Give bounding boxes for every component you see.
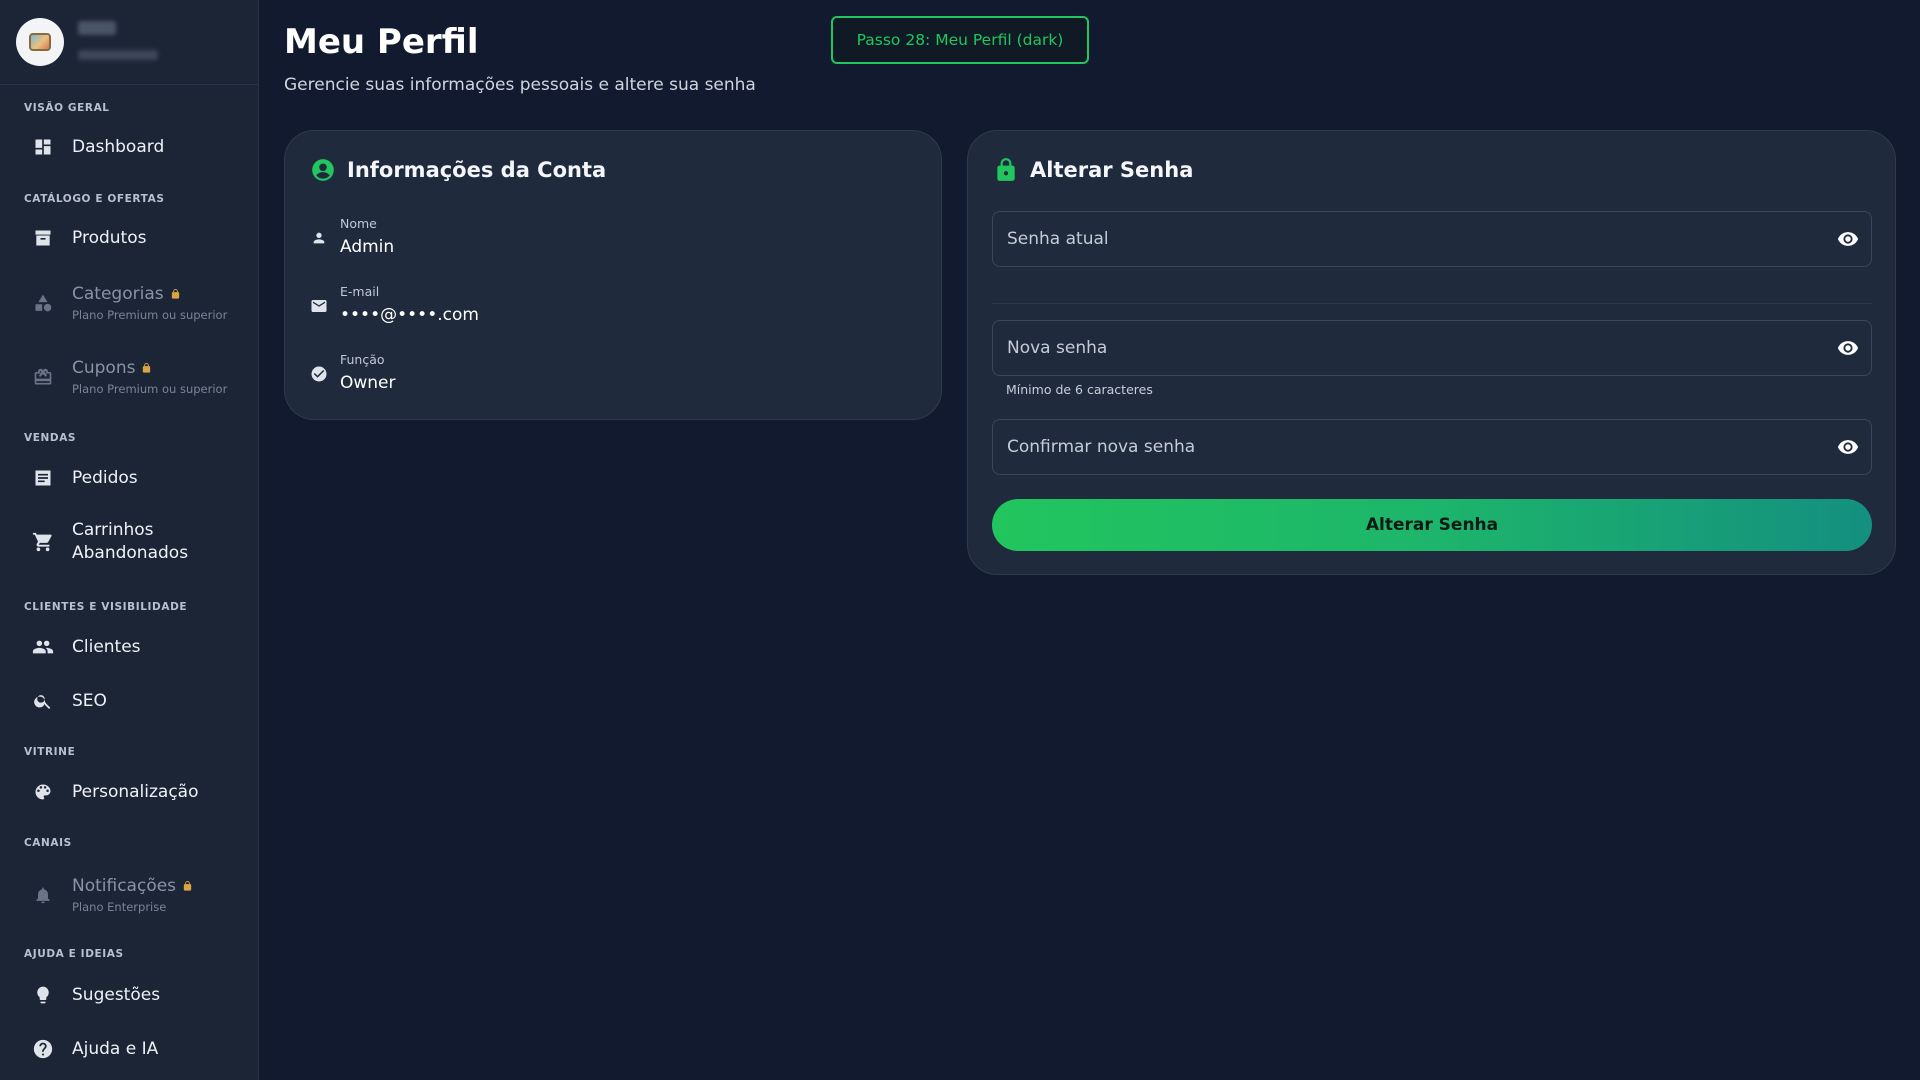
lock-icon (141, 359, 152, 379)
info-row-email: E-mail ••••@••••.com (309, 284, 479, 325)
info-row-role: Função Owner (309, 352, 396, 393)
section-catalogo: CATÁLOGO E OFERTAS (24, 193, 165, 205)
eye-icon[interactable] (1836, 435, 1860, 459)
palette-icon (31, 780, 55, 804)
cart-icon (31, 530, 55, 554)
sidebar-item-seo[interactable]: SEO (24, 689, 244, 713)
lock-icon (992, 156, 1020, 184)
sidebar-item-personalizacao[interactable]: Personalização (24, 780, 244, 804)
bell-icon (31, 883, 55, 907)
sidebar-item-cupons[interactable]: Cupons Plano Premium ou superior (24, 358, 244, 396)
page-subtitle: Gerencie suas informações pessoais e alt… (284, 75, 756, 95)
help-icon (31, 1037, 55, 1061)
page-title: Meu Perfil (284, 22, 479, 62)
sidebar-item-sugestoes[interactable]: Sugestões (24, 983, 244, 1007)
sidebar-item-label: Produtos (72, 228, 147, 248)
info-key: Função (340, 352, 385, 367)
info-key: Nome (340, 216, 377, 231)
category-icon (31, 291, 55, 315)
lock-icon (182, 877, 193, 897)
step-badge: Passo 28: Meu Perfil (dark) (831, 16, 1089, 64)
account-card-header: Informações da Conta (309, 156, 606, 184)
current-password-input[interactable] (993, 229, 1836, 249)
sidebar-item-label: SEO (72, 691, 107, 711)
store-logo[interactable] (16, 18, 64, 66)
sidebar-item-label: Cupons (72, 358, 136, 378)
sidebar-item-label: Categorias (72, 284, 164, 304)
search-icon (31, 689, 55, 713)
sidebar-item-label: Carrinhos (72, 520, 154, 540)
plan-requirement: Plano Premium ou superior (72, 382, 228, 396)
password-hint: Mínimo de 6 caracteres (1006, 382, 1153, 397)
sidebar-item-label: Ajuda e IA (72, 1039, 159, 1059)
sidebar-item-categorias[interactable]: Categorias Plano Premium ou superior (24, 284, 244, 322)
change-password-card: Alterar Senha Mínimo de 6 caracteres Alt… (967, 130, 1896, 575)
section-visao-geral: VISÃO GERAL (24, 102, 110, 114)
current-password-field (992, 211, 1872, 267)
user-role-redacted (78, 50, 158, 60)
info-value: Owner (340, 373, 396, 393)
sidebar-item-clientes[interactable]: Clientes (24, 635, 244, 659)
coupon-icon (31, 365, 55, 389)
section-vendas: VENDAS (24, 432, 77, 444)
section-clientes: CLIENTES E VISIBILIDADE (24, 601, 188, 613)
dashboard-icon (31, 135, 55, 159)
sidebar-item-label-line2: Abandonados (72, 543, 189, 563)
account-card-title: Informações da Conta (347, 158, 607, 182)
plan-requirement: Plano Premium ou superior (72, 308, 228, 322)
lightbulb-icon (31, 983, 55, 1007)
sidebar-item-ajuda-ia[interactable]: Ajuda e IA (24, 1037, 244, 1061)
account-info-card: Informações da Conta Nome Admin E-mail •… (284, 130, 942, 420)
archive-icon (31, 226, 55, 250)
info-value: ••••@••••.com (340, 305, 479, 325)
plan-requirement: Plano Enterprise (72, 900, 167, 914)
confirm-password-input[interactable] (993, 437, 1836, 457)
email-icon (309, 296, 329, 316)
sidebar-item-label: Pedidos (72, 468, 138, 488)
change-password-button[interactable]: Alterar Senha (992, 499, 1872, 551)
sidebar-item-label: Clientes (72, 637, 141, 657)
info-value: Admin (340, 237, 395, 257)
eye-icon[interactable] (1836, 336, 1860, 360)
sidebar-item-label: Personalização (72, 782, 199, 802)
new-password-input[interactable] (993, 338, 1836, 358)
account-circle-icon (309, 156, 337, 184)
password-card-header: Alterar Senha (992, 156, 1193, 184)
receipt-icon (31, 466, 55, 490)
sidebar-item-label: Dashboard (72, 137, 165, 157)
sidebar-item-pedidos[interactable]: Pedidos (24, 466, 244, 490)
password-card-title: Alterar Senha (1030, 158, 1194, 182)
sidebar-item-notificacoes[interactable]: Notificações Plano Enterprise (24, 876, 244, 914)
user-name-redacted (78, 21, 116, 35)
lock-icon (170, 285, 181, 305)
verified-check-icon (309, 364, 329, 384)
sidebar-item-label: Notificações (72, 876, 177, 896)
section-vitrine: VITRINE (24, 746, 76, 758)
section-ajuda: AJUDA E IDEIAS (24, 948, 124, 960)
divider (992, 303, 1872, 304)
new-password-field (992, 320, 1872, 376)
info-key: E-mail (340, 284, 380, 299)
sidebar: VISÃO GERAL Dashboard CATÁLOGO E OFERTAS… (0, 0, 259, 1080)
sidebar-item-label: Sugestões (72, 985, 161, 1005)
eye-icon[interactable] (1836, 227, 1860, 251)
sidebar-item-carrinhos-abandonados[interactable]: Carrinhos Abandonados (24, 520, 244, 563)
sidebar-item-produtos[interactable]: Produtos (24, 226, 244, 250)
confirm-password-field (992, 419, 1872, 475)
sidebar-item-dashboard[interactable]: Dashboard (24, 135, 244, 159)
person-icon (309, 228, 329, 248)
info-row-name: Nome Admin (309, 216, 394, 257)
sidebar-header (0, 0, 258, 85)
section-canais: CANAIS (24, 837, 72, 849)
people-icon (31, 635, 55, 659)
